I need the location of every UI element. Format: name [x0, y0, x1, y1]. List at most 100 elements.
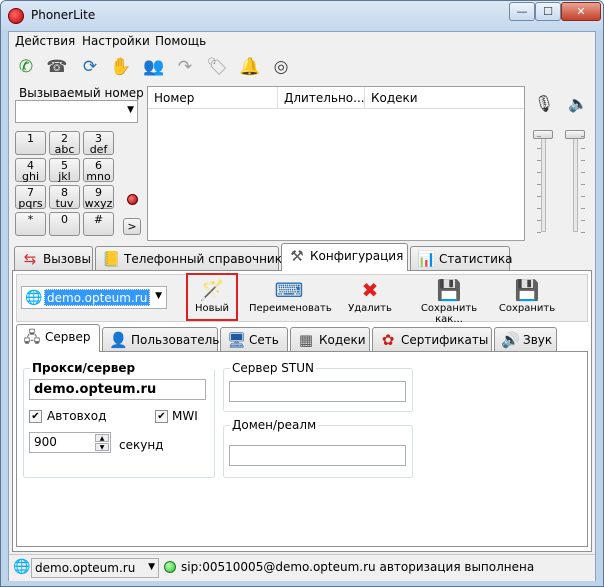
keypad-letters: tuv	[55, 197, 74, 210]
subtab-certificates[interactable]: ✿ Сертификаты	[372, 327, 492, 352]
slider-tick	[581, 172, 585, 173]
menu-help[interactable]: Помощь	[155, 34, 206, 48]
subtab-network[interactable]: 🖥 Сеть	[220, 327, 288, 352]
server-icon: 🖧	[23, 328, 41, 346]
more-digits-button[interactable]: >	[123, 218, 141, 235]
microphone-mute-icon[interactable]: 🎙	[533, 92, 555, 116]
status-account-combobox[interactable]: demo.opteum.ru ▼	[31, 558, 159, 578]
subtab-sound-label: Звук	[523, 333, 553, 347]
minimize-button[interactable]: —	[509, 2, 535, 21]
tab-statistics-label: Статистика	[439, 252, 513, 266]
stun-label: Сервер STUN	[230, 361, 316, 375]
realm-input[interactable]	[229, 445, 406, 466]
user-icon: 👤	[109, 331, 128, 349]
subtab-user[interactable]: 👤 Пользователь	[102, 327, 219, 352]
keypad-key-2[interactable]: 2 abc	[49, 131, 80, 155]
speaker-volume-thumb[interactable]	[565, 130, 585, 139]
keypad-key-1[interactable]: 1	[15, 131, 46, 155]
keypad-key-9[interactable]: 9 wxyz	[83, 185, 114, 209]
speaker-volume-slider[interactable]	[573, 132, 578, 232]
menu-settings[interactable]: Настройки	[82, 34, 150, 48]
column-number[interactable]: Номер	[154, 91, 194, 105]
menu-bar: Действия Настройки Помощь	[9, 32, 595, 51]
keypad-key-5[interactable]: 5 jkl	[49, 158, 80, 182]
chevron-down-icon[interactable]: ▼	[155, 291, 162, 301]
certificate-seal-icon: ✿	[381, 331, 395, 349]
redial-icon[interactable]: ⟳	[79, 56, 101, 78]
column-codecs[interactable]: Кодеки	[371, 91, 418, 105]
save-button[interactable]: 💾 Сохранить	[497, 277, 557, 321]
keypad-key-3[interactable]: 3 def	[83, 131, 114, 155]
rename-button-label: Переименовать	[249, 303, 332, 314]
delete-button[interactable]: ✖ Удалить	[341, 277, 399, 321]
tab-configuration[interactable]: ⚒ Конфигурация	[281, 243, 408, 271]
microphone-volume-slider[interactable]	[541, 132, 546, 232]
spin-down-icon[interactable]: ▼	[95, 443, 109, 451]
network-icon: 🖥	[227, 331, 247, 349]
keypad-key-hash[interactable]: #	[83, 212, 114, 236]
chevron-down-icon[interactable]: ▼	[127, 105, 134, 115]
subtab-sound[interactable]: 🔊 Звук	[494, 327, 557, 352]
keypad-key-6[interactable]: 6 mno	[83, 158, 114, 182]
tools-icon: ⚒	[290, 247, 304, 265]
keypad-letters: jkl	[58, 170, 71, 183]
config-actions-strip: 🌐 demo.opteum.ru ▼ 🪄 Новый ⌨ Переименова…	[16, 273, 588, 325]
mwi-checkbox[interactable]: ✔	[155, 410, 168, 423]
forward-icon[interactable]: ↷	[174, 56, 196, 78]
new-button-label: Новый	[195, 303, 229, 314]
keypad-key-8[interactable]: 8 tuv	[49, 185, 80, 209]
slider-tick	[581, 196, 585, 197]
keypad-key-0[interactable]: 0	[49, 212, 80, 236]
close-button[interactable]: ✕	[561, 2, 601, 21]
proxy-input[interactable]: demo.opteum.ru	[29, 379, 206, 400]
microphone-volume-thumb[interactable]	[533, 130, 553, 139]
subtab-server[interactable]: 🖧 Сервер	[16, 324, 100, 352]
spin-up-icon[interactable]: ▲	[95, 434, 109, 442]
tab-statistics[interactable]: 📊 Статистика	[410, 246, 513, 271]
slider-tick	[537, 184, 541, 185]
column-duration[interactable]: Длительно...	[284, 91, 365, 105]
tab-phonebook[interactable]: 📒 Телефонный справочник	[95, 246, 282, 271]
keypad-letters: def	[89, 143, 108, 156]
phone-hangup-icon[interactable]: ☎	[46, 56, 68, 78]
conference-icon[interactable]: 👥	[143, 56, 165, 78]
save-as-button[interactable]: 💾 Сохранить как...	[409, 277, 489, 325]
delete-button-label: Удалить	[348, 303, 392, 314]
autologin-checkbox[interactable]: ✔	[29, 410, 42, 423]
subtab-codecs[interactable]: ▦ Кодеки	[290, 327, 370, 352]
interval-spinner[interactable]: 900 ▲ ▼	[29, 432, 111, 453]
status-account-value: demo.opteum.ru	[35, 561, 136, 575]
calls-table[interactable]: Номер Длительно... Кодеки	[147, 86, 525, 241]
keypad-key-4[interactable]: 4 ghi	[15, 158, 46, 182]
keypad-key-star[interactable]: *	[15, 212, 46, 236]
magic-wand-icon: 🪄	[199, 278, 225, 302]
mwi-label: MWI	[172, 409, 198, 423]
new-account-button[interactable]: 🪄 Новый	[188, 277, 236, 321]
dtmf-tag-icon[interactable]: 🏷	[206, 56, 228, 78]
phone-pickup-icon[interactable]: ✆	[15, 56, 37, 78]
speaker-mute-icon[interactable]: 🔈	[567, 92, 589, 116]
realm-label: Домен/реалм	[230, 418, 319, 432]
slider-tick	[537, 208, 541, 209]
mute-mask-icon[interactable]: ◎	[270, 56, 292, 78]
bell-icon[interactable]: 🔔	[239, 56, 261, 78]
stun-input[interactable]	[229, 381, 406, 402]
hold-hand-icon[interactable]: ✋	[110, 56, 132, 78]
account-combobox[interactable]: 🌐 demo.opteum.ru ▼	[21, 286, 167, 309]
called-number-combobox[interactable]: ▼	[15, 100, 138, 123]
called-number-label: Вызываемый номер	[19, 86, 144, 100]
menu-actions[interactable]: Действия	[15, 34, 75, 48]
maximize-button[interactable]: ☐	[535, 2, 561, 21]
chevron-down-icon[interactable]: ▼	[148, 562, 155, 572]
subtab-codecs-label: Кодеки	[319, 333, 366, 347]
tab-calls[interactable]: ⇆ Вызовы	[14, 246, 93, 271]
statistics-monitor-icon: 📊	[417, 250, 436, 268]
calls-table-header: Номер Длительно... Кодеки	[148, 87, 524, 109]
keypad-key-7[interactable]: 7 pqrs	[15, 185, 46, 209]
window-title: PhonerLite	[31, 8, 96, 22]
toolbar: ✆ ☎ ⟳ ✋ 👥 ↷ 🏷 🔔 ◎	[9, 52, 595, 82]
rename-button[interactable]: ⌨ Переименовать	[249, 277, 332, 321]
slider-tick	[581, 136, 585, 137]
title-bar[interactable]: PhonerLite — ☐ ✕	[1, 1, 603, 31]
subtab-server-label: Сервер	[45, 330, 91, 344]
